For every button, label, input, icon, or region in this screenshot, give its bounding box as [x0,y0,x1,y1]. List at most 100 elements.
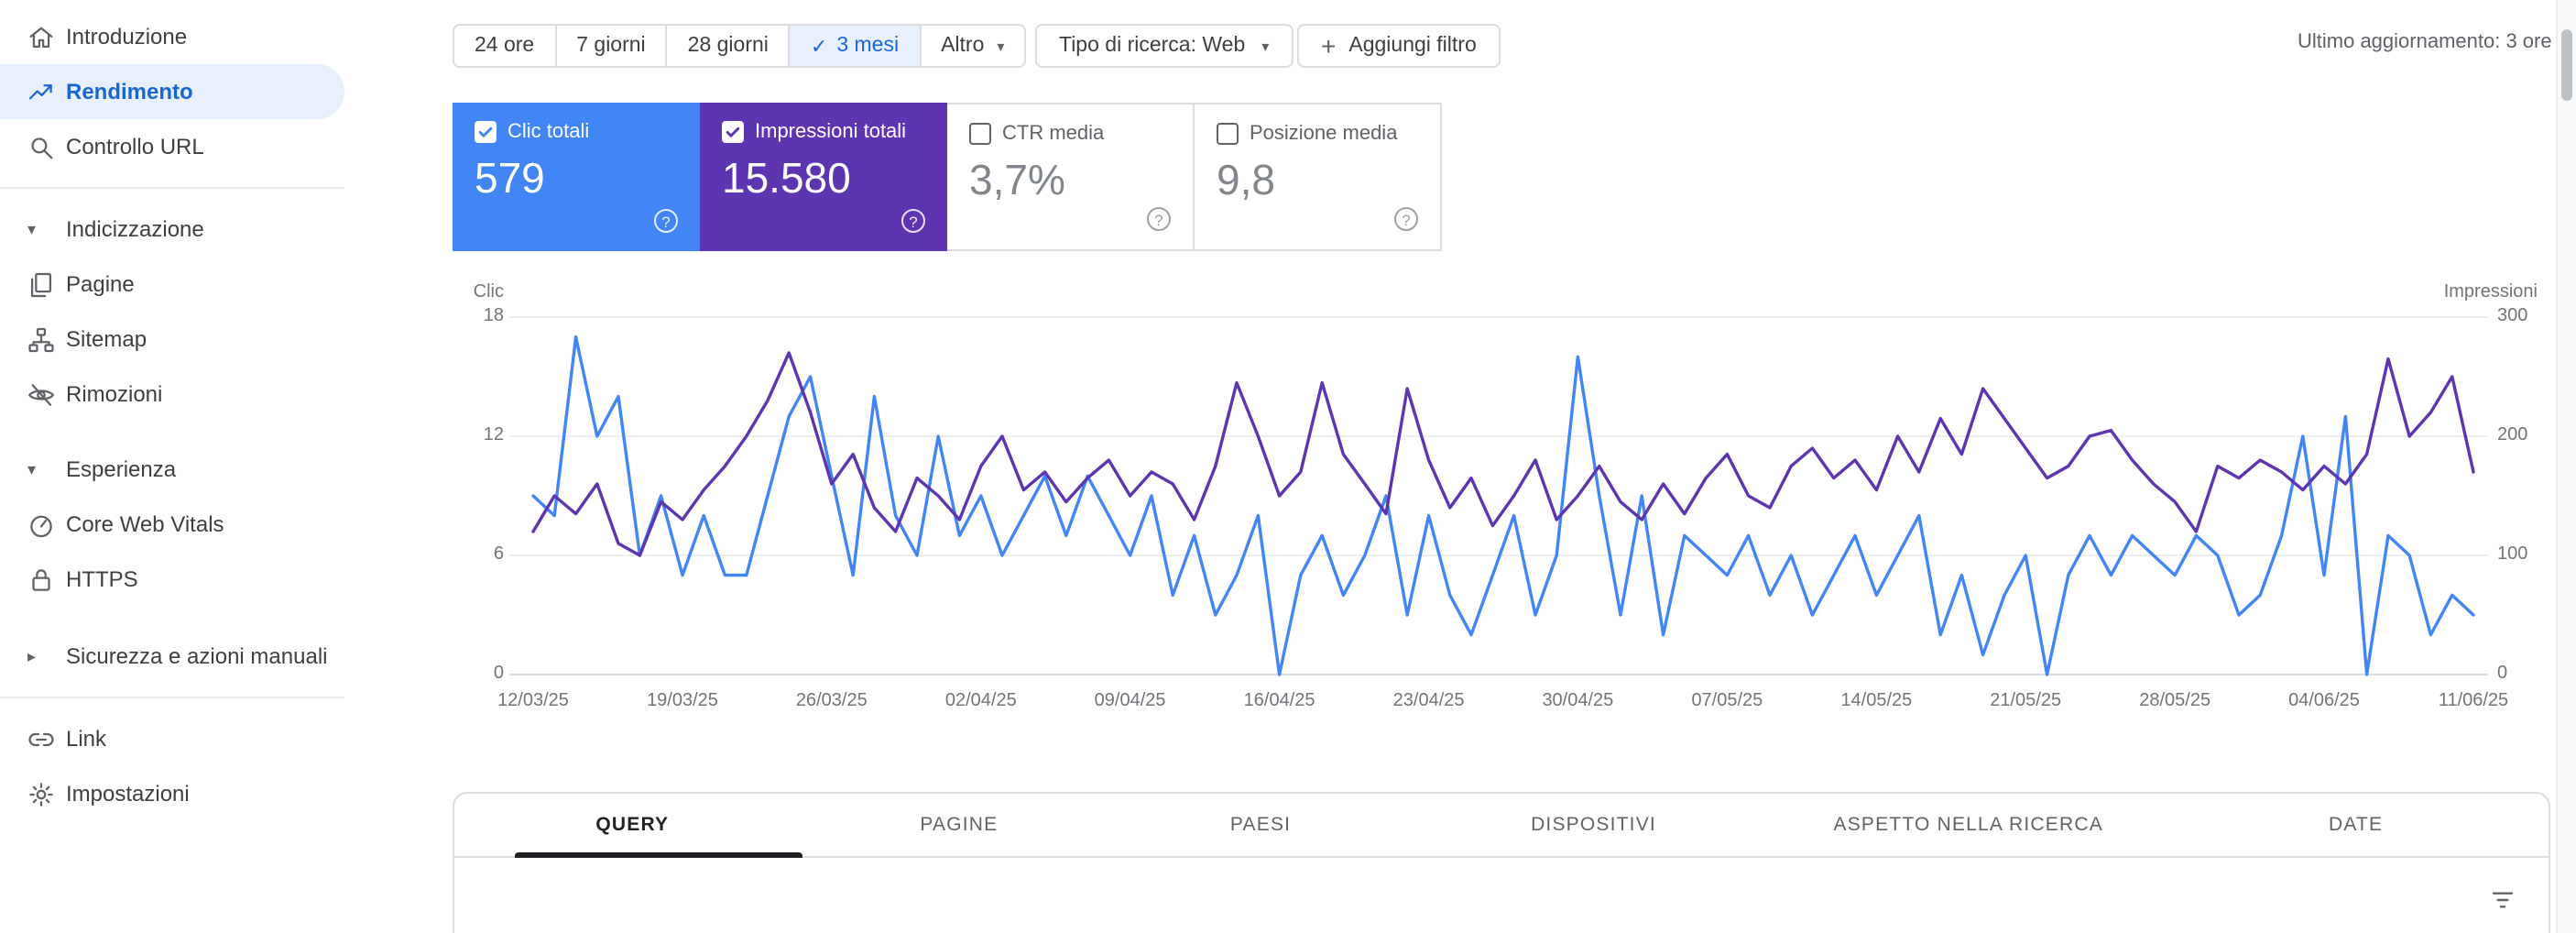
add-filter-button[interactable]: + Aggiungi filtro [1297,24,1501,68]
x-axis-tick: 09/04/25 [1094,691,1166,711]
link-icon [24,722,57,755]
chip-label: 7 giorni [576,35,646,57]
date-filter-28d[interactable]: 28 giorni [667,26,791,66]
tab-query[interactable]: QUERY [454,794,811,858]
dimension-tabs: QUERY PAGINE PAESI DISPOSITIVI ASPETTO N… [454,794,2549,858]
sidebar-section-label: Indicizzazione [66,216,204,242]
sidebar-item-introduzione[interactable]: Introduzione [0,9,344,64]
date-filter-3-months[interactable]: ✓ 3 mesi [790,26,922,66]
chevron-right-icon: ▸ [27,646,37,664]
sidebar-item-label: Rimozioni [66,381,163,407]
help-icon[interactable]: ? [1147,207,1171,231]
tab-date[interactable]: DATE [2163,794,2549,856]
help-icon[interactable]: ? [1394,207,1418,231]
gauge-icon [24,508,57,541]
x-axis-tick: 07/05/25 [1691,691,1763,711]
filter-rows-icon[interactable] [2486,885,2519,915]
dimensions-table-card: QUERY PAGINE PAESI DISPOSITIVI ASPETTO N… [453,792,2550,933]
y-axis-title-left: Clic [473,282,504,302]
sidebar-section-indicizzazione[interactable]: ▾ Indicizzazione [0,202,344,257]
sidebar-item-label: HTTPS [66,566,138,592]
metric-card-label: Impressioni totali [755,121,907,143]
search-type-label: Tipo di ricerca: Web [1059,35,1246,57]
sidebar: Introduzione Rendimento Controllo URL ▾ … [0,0,344,933]
checkbox-unchecked-icon[interactable] [969,123,991,145]
help-icon[interactable]: ? [654,209,678,233]
sidebar-item-rendimento[interactable]: Rendimento [0,64,344,119]
sidebar-item-label: Controllo URL [66,134,204,159]
metric-card-label: CTR media [1002,123,1105,145]
chart-series-clic [531,335,2475,676]
sidebar-item-sitemap[interactable]: Sitemap [0,312,344,367]
metric-card-value: 15.580 [722,154,851,202]
metric-card-value: 579 [475,154,545,202]
y-axis-tick-left: 0 [493,664,504,684]
lock-icon [24,563,57,596]
sidebar-section-label: Sicurezza e azioni manuali [66,643,328,669]
tab-dispositivi[interactable]: DISPOSITIVI [1414,794,1774,856]
sidebar-item-core-web-vitals[interactable]: Core Web Vitals [0,497,344,552]
chip-label: 3 mesi [836,35,900,57]
sidebar-item-label: Core Web Vitals [66,511,224,537]
y-axis-title-right: Impressioni [2443,282,2538,302]
tab-pagine[interactable]: PAGINE [811,794,1108,856]
tab-aspetto-nella-ricerca[interactable]: ASPETTO NELLA RICERCA [1774,794,2163,856]
date-filter-24h[interactable]: 24 ore [454,26,557,66]
chip-label: 24 ore [475,35,535,57]
chip-label: 28 giorni [687,35,769,57]
metric-card-ctr[interactable]: CTR media 3,7% ? [947,103,1195,251]
sidebar-item-label: Introduzione [66,24,188,49]
divider [0,697,344,698]
checkbox-unchecked-icon[interactable] [1217,123,1239,145]
sidebar-item-label: Rendimento [66,79,193,104]
x-axis-tick: 23/04/25 [1392,691,1465,711]
check-icon: ✓ [810,36,828,58]
metric-card-value: 3,7% [969,156,1065,203]
x-axis-tick: 12/03/25 [497,691,569,711]
x-axis-tick: 11/06/25 [2438,691,2509,711]
home-icon [24,20,57,53]
tab-paesi[interactable]: PAESI [1108,794,1414,856]
x-axis-tick: 26/03/25 [795,691,868,711]
sidebar-item-rimozioni[interactable]: Rimozioni [0,367,344,422]
x-axis-tick: 30/04/25 [1542,691,1614,711]
sidebar-item-pagine[interactable]: Pagine [0,257,344,312]
divider [0,187,344,189]
x-axis-tick: 02/04/25 [944,691,1017,711]
date-filter-more[interactable]: Altro ▾ [921,26,1025,66]
metric-card-impressions[interactable]: Impressioni totali 15.580 ? [700,103,947,251]
sidebar-item-impostazioni[interactable]: Impostazioni [0,766,344,821]
chevron-down-icon: ▾ [27,219,37,237]
metric-card-position[interactable]: Posizione media 9,8 ? [1195,103,1442,251]
sidebar-item-label: Pagine [66,271,135,297]
sidebar-section-sicurezza-azioni-manuali[interactable]: ▸ Sicurezza e azioni manuali [0,629,344,684]
performance-icon [24,75,57,108]
pages-icon [24,268,57,301]
vertical-scrollbar[interactable] [2556,0,2576,933]
sidebar-section-esperienza[interactable]: ▾ Esperienza [0,442,344,497]
scrollbar-thumb[interactable] [2561,29,2572,101]
sidebar-item-controllo-url[interactable]: Controllo URL [0,119,344,174]
x-axis-tick: 14/05/25 [1840,691,1913,711]
date-filter-7d[interactable]: 7 giorni [556,26,668,66]
last-update-text: Ultimo aggiornamento: 3 ore fa [2298,31,2556,53]
plus-icon: + [1321,31,1337,60]
x-axis-tick: 16/04/25 [1243,691,1315,711]
search-type-filter-button[interactable]: Tipo di ricerca: Web ▾ [1035,24,1293,68]
search-icon [24,130,57,163]
metric-card-clicks[interactable]: Clic totali 579 ? [453,103,700,251]
metric-card-label: Posizione media [1250,123,1398,145]
chevron-down-icon: ▾ [997,38,1005,54]
sidebar-item-link[interactable]: Link [0,711,344,766]
checkbox-checked-icon[interactable] [475,121,497,143]
help-icon[interactable]: ? [901,209,925,233]
x-axis-tick: 21/05/25 [1990,691,2062,711]
add-filter-label: Aggiungi filtro [1348,35,1477,57]
sidebar-section-label: Esperienza [66,456,177,482]
metric-card-value: 9,8 [1217,156,1275,203]
sidebar-item-https[interactable]: HTTPS [0,552,344,607]
y-axis-tick-left: 12 [483,425,504,445]
checkbox-checked-icon[interactable] [722,121,744,143]
gear-icon [24,777,57,810]
date-range-filter: 24 ore 7 giorni 28 giorni ✓ 3 mesi Altro… [453,24,1027,68]
